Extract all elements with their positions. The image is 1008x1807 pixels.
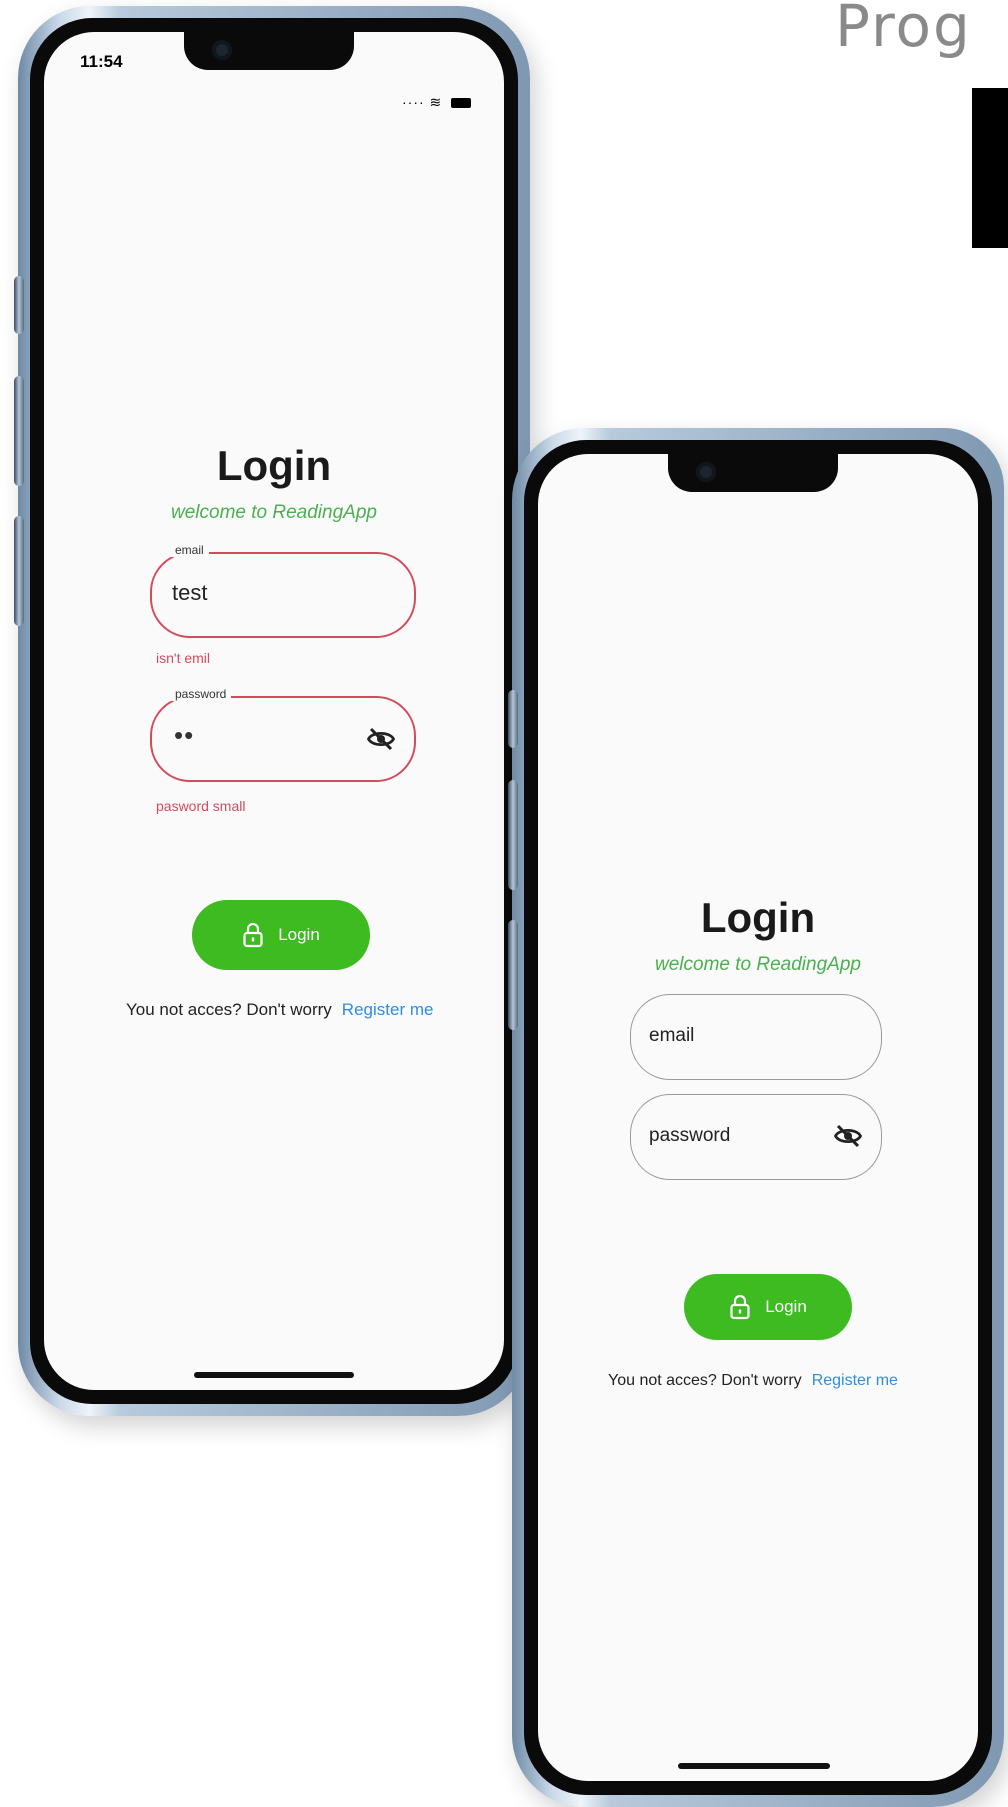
side-button-mute	[508, 690, 518, 748]
status-time: 11:54	[80, 52, 123, 71]
status-icons: ···· ≋	[402, 94, 472, 111]
register-link[interactable]: Register me	[812, 1372, 898, 1389]
home-indicator	[678, 1763, 830, 1769]
prog-heading: Prog	[835, 0, 972, 60]
email-field[interactable]: email	[630, 994, 882, 1080]
login-button-label: Login	[278, 925, 320, 944]
eye-slash-icon[interactable]	[366, 724, 396, 754]
notch	[668, 454, 838, 492]
side-button-volume-up	[508, 780, 518, 890]
register-prompt: You not acces? Don't worry Register me	[126, 1000, 433, 1020]
register-link[interactable]: Register me	[342, 1000, 434, 1019]
phone-right-bezel: Login welcome to ReadingApp email passwo…	[524, 440, 992, 1795]
email-field-value: test	[172, 580, 208, 605]
notch	[184, 32, 354, 70]
phone-left: 11:54 ···· ≋ Login welcome to ReadingApp…	[14, 6, 530, 1416]
phone-right-screen: Login welcome to ReadingApp email passwo…	[538, 454, 978, 1781]
wifi-icon: ≋	[429, 94, 443, 110]
lock-icon	[243, 922, 263, 948]
page-title: Login	[700, 894, 816, 941]
login-button[interactable]: Login	[192, 900, 370, 970]
email-field[interactable]: email test	[150, 543, 416, 638]
login-button[interactable]: Login	[684, 1274, 852, 1340]
lock-icon	[730, 1294, 750, 1320]
camera-icon	[696, 462, 716, 482]
side-button-volume-up	[14, 376, 24, 486]
welcome-subtitle: welcome to ReadingApp	[655, 954, 861, 975]
email-placeholder: email	[649, 1025, 695, 1046]
side-button-volume-down	[14, 516, 24, 626]
page-title: Login	[216, 442, 332, 489]
register-prompt-text: You not acces? Don't worry	[608, 1372, 802, 1389]
phone-right: Login welcome to ReadingApp email passwo…	[508, 428, 1004, 1807]
page: Prog 11:54 ···· ≋ Login welcome to Readi…	[0, 0, 1008, 1807]
password-field[interactable]: password	[630, 1094, 882, 1180]
password-field-label: password	[170, 687, 232, 701]
password-error: pasword small	[156, 798, 246, 814]
eye-slash-icon[interactable]	[833, 1121, 863, 1151]
register-prompt-text: You not acces? Don't worry	[126, 1000, 332, 1019]
phone-left-bezel: 11:54 ···· ≋ Login welcome to ReadingApp…	[30, 18, 518, 1404]
black-block	[972, 88, 1008, 248]
camera-icon	[212, 40, 232, 60]
password-field-value: ••	[174, 720, 195, 750]
side-button-mute	[14, 276, 24, 334]
register-prompt: You not acces? Don't worry Register me	[608, 1372, 898, 1390]
signal-icon: ····	[402, 94, 425, 110]
side-button-volume-down	[508, 920, 518, 1030]
login-button-label: Login	[765, 1297, 807, 1316]
welcome-subtitle: welcome to ReadingApp	[171, 502, 377, 523]
phone-left-screen: 11:54 ···· ≋ Login welcome to ReadingApp…	[44, 32, 504, 1390]
password-field[interactable]: password ••	[150, 687, 416, 782]
password-placeholder: password	[649, 1125, 731, 1146]
battery-icon	[451, 98, 472, 109]
home-indicator	[194, 1372, 354, 1378]
email-error: isn't emil	[156, 650, 211, 666]
email-field-label: email	[170, 543, 209, 557]
